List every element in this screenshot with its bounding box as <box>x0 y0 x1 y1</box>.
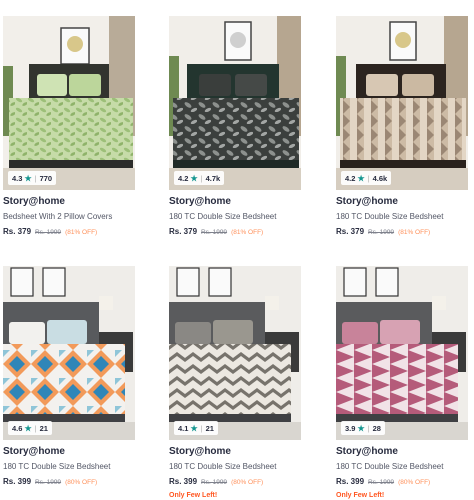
rating-value: 4.1 <box>178 423 189 433</box>
separator: | <box>200 423 203 433</box>
product-card[interactable]: 4.6 ★ | 21 Story@home 180 TC Double Size… <box>3 266 135 486</box>
price-row: Rs. 399 Rs. 1999 (80% OFF) <box>3 477 135 486</box>
star-icon: ★ <box>24 423 32 433</box>
star-icon: ★ <box>190 423 198 433</box>
product-title[interactable]: 180 TC Double Size Bedsheet <box>169 462 301 471</box>
brand-name[interactable]: Story@home <box>169 196 301 207</box>
product-card[interactable]: 4.2 ★ | 4.7k Story@home 180 TC Double Si… <box>169 16 301 236</box>
price-row: Rs. 379 Rs. 1999 (81% OFF) <box>169 227 301 236</box>
product-image[interactable]: 4.1 ★ | 21 <box>169 266 301 440</box>
discount: (80% OFF) <box>231 479 264 486</box>
price: Rs. 399 <box>169 477 198 486</box>
price-row: Rs. 399 Rs. 1999 (80% OFF) <box>169 477 301 486</box>
rating-value: 4.6 <box>12 423 23 433</box>
stock-note: Only Few Left! <box>336 492 385 499</box>
product-image[interactable]: 4.2 ★ | 4.6k <box>336 16 468 190</box>
brand-name[interactable]: Story@home <box>3 196 135 207</box>
brand-name[interactable]: Story@home <box>3 446 135 457</box>
brand-name[interactable]: Story@home <box>336 446 468 457</box>
discount: (81% OFF) <box>398 229 431 236</box>
bedroom-photo <box>169 16 301 190</box>
rating-value: 3.9 <box>345 423 356 433</box>
product-card[interactable]: 4.3 ★ | 770 Story@home Bedsheet With 2 P… <box>3 16 135 236</box>
product-title[interactable]: 180 TC Double Size Bedsheet <box>169 212 301 221</box>
separator: | <box>34 423 37 433</box>
star-icon: ★ <box>357 173 365 183</box>
rating-value: 4.2 <box>178 173 189 183</box>
product-card[interactable]: 4.2 ★ | 4.6k Story@home 180 TC Double Si… <box>336 16 468 236</box>
rating-value: 4.2 <box>345 173 356 183</box>
rating-count: 28 <box>372 423 381 433</box>
rating-count: 4.7k <box>205 173 221 183</box>
product-image[interactable]: 4.6 ★ | 21 <box>3 266 135 440</box>
mrp: Rs. 1999 <box>201 229 228 236</box>
price: Rs. 399 <box>3 477 32 486</box>
rating-badge: 4.2 ★ | 4.7k <box>174 171 225 185</box>
discount: (80% OFF) <box>398 479 431 486</box>
product-image[interactable]: 4.3 ★ | 770 <box>3 16 135 190</box>
star-icon: ★ <box>357 423 365 433</box>
product-image[interactable]: 4.2 ★ | 4.7k <box>169 16 301 190</box>
discount: (80% OFF) <box>65 479 98 486</box>
bedroom-photo <box>3 266 135 440</box>
mrp: Rs. 1999 <box>35 229 62 236</box>
bedroom-photo <box>336 16 468 190</box>
separator: | <box>367 173 370 183</box>
product-title[interactable]: 180 TC Double Size Bedsheet <box>3 462 135 471</box>
bedroom-photo <box>336 266 468 440</box>
product-card[interactable]: 3.9 ★ | 28 Story@home 180 TC Double Size… <box>336 266 468 499</box>
product-image[interactable]: 3.9 ★ | 28 <box>336 266 468 440</box>
price-row: Rs. 399 Rs. 1999 (80% OFF) <box>336 477 468 486</box>
rating-badge: 4.3 ★ | 770 <box>8 171 57 185</box>
rating-badge: 4.6 ★ | 21 <box>8 421 52 435</box>
brand-name[interactable]: Story@home <box>336 196 468 207</box>
product-title[interactable]: Bedsheet With 2 Pillow Covers <box>3 212 135 221</box>
discount: (81% OFF) <box>231 229 264 236</box>
bedroom-photo <box>169 266 301 440</box>
rating-value: 4.3 <box>12 173 23 183</box>
rating-badge: 4.2 ★ | 4.6k <box>341 171 392 185</box>
price: Rs. 399 <box>336 477 365 486</box>
separator: | <box>200 173 203 183</box>
mrp: Rs. 1999 <box>368 479 395 486</box>
star-icon: ★ <box>24 173 32 183</box>
bedroom-photo <box>3 16 135 190</box>
rating-badge: 3.9 ★ | 28 <box>341 421 385 435</box>
stock-note: Only Few Left! <box>169 492 218 499</box>
price-row: Rs. 379 Rs. 1999 (81% OFF) <box>3 227 135 236</box>
price: Rs. 379 <box>336 227 365 236</box>
price: Rs. 379 <box>169 227 198 236</box>
separator: | <box>34 173 37 183</box>
mrp: Rs. 1999 <box>201 479 228 486</box>
product-title[interactable]: 180 TC Double Size Bedsheet <box>336 212 468 221</box>
mrp: Rs. 1999 <box>368 229 395 236</box>
product-title[interactable]: 180 TC Double Size Bedsheet <box>336 462 468 471</box>
product-card[interactable]: 4.1 ★ | 21 Story@home 180 TC Double Size… <box>169 266 301 499</box>
rating-count: 770 <box>39 173 53 183</box>
price: Rs. 379 <box>3 227 32 236</box>
rating-count: 4.6k <box>372 173 388 183</box>
separator: | <box>367 423 370 433</box>
star-icon: ★ <box>190 173 198 183</box>
rating-count: 21 <box>39 423 48 433</box>
discount: (81% OFF) <box>65 229 98 236</box>
rating-badge: 4.1 ★ | 21 <box>174 421 218 435</box>
mrp: Rs. 1999 <box>35 479 62 486</box>
price-row: Rs. 379 Rs. 1999 (81% OFF) <box>336 227 468 236</box>
rating-count: 21 <box>205 423 214 433</box>
brand-name[interactable]: Story@home <box>169 446 301 457</box>
